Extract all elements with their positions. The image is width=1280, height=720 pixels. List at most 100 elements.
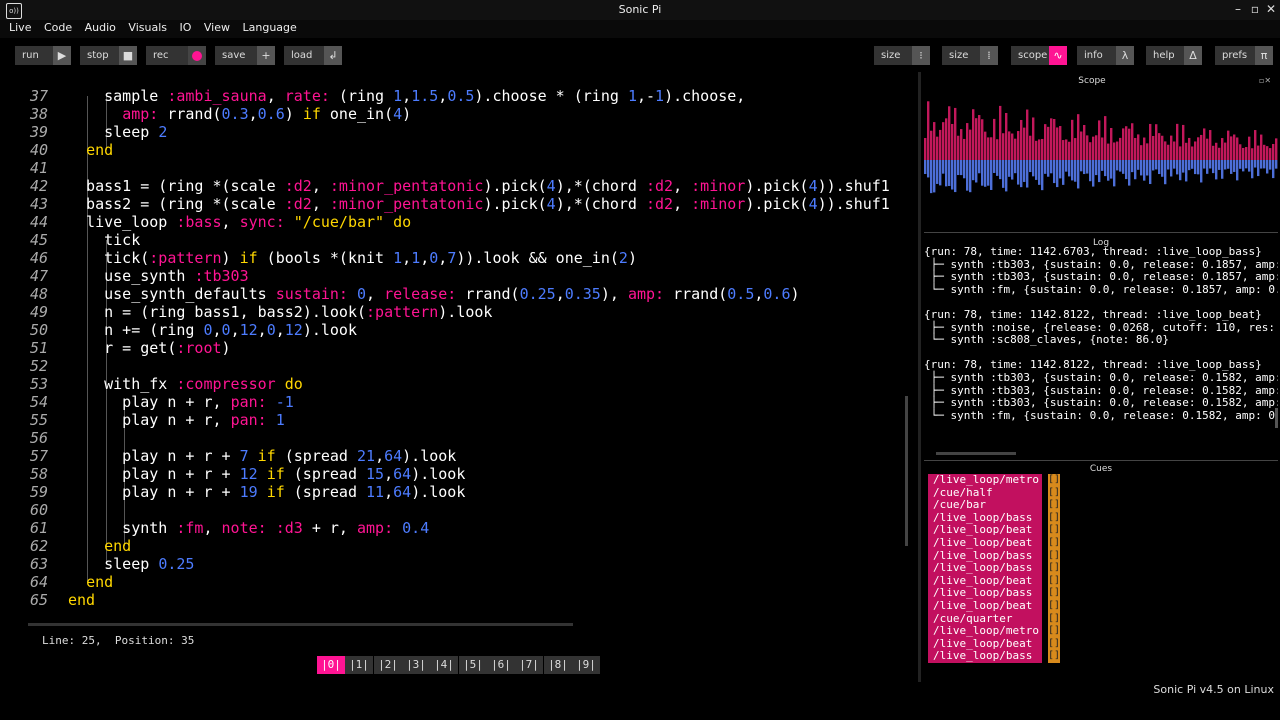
log-scrollbar[interactable] [1275,408,1278,428]
prefs-button[interactable]: prefs π [1215,46,1273,65]
stop-button[interactable]: stop ■ [80,46,137,65]
code-line[interactable]: 52 [0,357,905,375]
scope-bar-top [1092,136,1095,160]
code-text[interactable]: live_loop :bass, sync: "/cue/bar" do [68,213,411,231]
code-text[interactable]: end [68,591,95,609]
code-line[interactable]: 62 end [0,537,905,555]
code-line[interactable]: 54 play n + r, pan: -1 [0,393,905,411]
code-line[interactable]: 48 use_synth_defaults sustain: 0, releas… [0,285,905,303]
code-line[interactable]: 65 end [0,591,905,609]
text-size-increase-button[interactable]: size ⁞ [942,46,998,65]
code-line[interactable]: 46 tick(:pattern) if (bools *(knit 1,1,0… [0,249,905,267]
code-text[interactable]: bass2 = (ring *(scale :d2, :minor_pentat… [68,195,890,213]
help-button[interactable]: help Δ [1146,46,1202,65]
code-text[interactable]: sample :ambi_sauna, rate: (ring 1,1.5,0.… [68,87,745,105]
code-text[interactable]: play n + r, pan: 1 [68,411,285,429]
pane-splitter[interactable] [918,72,921,682]
code-text[interactable]: end [68,537,131,555]
buffer-tab-1[interactable]: |1| [345,656,373,674]
code-line[interactable]: 55 play n + r, pan: 1 [0,411,905,429]
buffer-tab-8[interactable]: |8| [544,656,572,674]
info-button[interactable]: info λ [1077,46,1134,65]
code-line[interactable]: 60 [0,501,905,519]
minimize-icon[interactable]: – [1231,2,1245,16]
menu-view[interactable]: View [204,20,230,36]
rec-button[interactable]: rec [146,46,206,65]
code-text[interactable]: use_synth :tb303 [68,267,249,285]
buffer-tab-5[interactable]: |5| [459,656,487,674]
code-line[interactable]: 40 end [0,141,905,159]
code-line[interactable]: 63 sleep 0.25 [0,555,905,573]
buffer-tab-0[interactable]: |0| [317,656,345,674]
code-text[interactable]: n = (ring bass1, bass2).look(:pattern).l… [68,303,492,321]
buffer-tab-6[interactable]: |6| [487,656,515,674]
buffer-tab-2[interactable]: |2| [374,656,402,674]
code-text[interactable]: sleep 2 [68,123,167,141]
float-dock-icon[interactable]: ▫✕ [1259,76,1271,85]
code-text[interactable]: amp: rrand(0.3,0.6) if one_in(4) [68,105,411,123]
code-line[interactable]: 41 [0,159,905,177]
log-horizontal-scrollbar[interactable] [936,452,1016,455]
code-text[interactable]: play n + r + 19 if (spread 11,64).look [68,483,465,501]
code-line[interactable]: 50 n += (ring 0,0,12,0,12).look [0,321,905,339]
code-text[interactable]: bass1 = (ring *(scale :d2, :minor_pentat… [68,177,890,195]
code-line[interactable]: 64 end [0,573,905,591]
close-icon[interactable]: ✕ [1264,2,1278,16]
text-size-decrease-button[interactable]: size ⁝ [874,46,930,65]
code-line[interactable]: 61 synth :fm, note: :d3 + r, amp: 0.4 [0,519,905,537]
scope-bar-bottom [951,160,954,190]
code-text[interactable]: synth :fm, note: :d3 + r, amp: 0.4 [68,519,429,537]
menu-language[interactable]: Language [243,20,297,36]
buffer-tab-4[interactable]: |4| [430,656,458,674]
editor-horizontal-scrollbar[interactable] [28,623,573,626]
scope-bar-bottom [1275,160,1278,169]
load-button[interactable]: load ↲ [284,46,342,65]
menu-code[interactable]: Code [44,20,72,36]
buffer-tab-7[interactable]: |7| [515,656,543,674]
code-line[interactable]: 45 tick [0,231,905,249]
code-text[interactable]: with_fx :compressor do [68,375,303,393]
code-text[interactable]: end [68,141,113,159]
code-text[interactable]: n += (ring 0,0,12,0,12).look [68,321,357,339]
code-line[interactable]: 53 with_fx :compressor do [0,375,905,393]
maximize-icon[interactable]: ▫ [1248,2,1262,16]
code-line[interactable]: 42 bass1 = (ring *(scale :d2, :minor_pen… [0,177,905,195]
code-line[interactable]: 39 sleep 2 [0,123,905,141]
code-text[interactable]: end [68,573,113,591]
code-line[interactable]: 51 r = get(:root) [0,339,905,357]
cues-panel[interactable]: /live_loop/metro[]/cue/half[]/cue/bar[] /… [928,473,1068,663]
code-line[interactable]: 59 play n + r + 19 if (spread 11,64).loo… [0,483,905,501]
menu-audio[interactable]: Audio [85,20,116,36]
save-button[interactable]: save + [215,46,275,65]
code-line[interactable]: 37 sample :ambi_sauna, rate: (ring 1,1.5… [0,87,905,105]
code-line[interactable]: 38 amp: rrand(0.3,0.6) if one_in(4) [0,105,905,123]
code-text[interactable]: sleep 0.25 [68,555,194,573]
code-text[interactable]: tick [68,231,140,249]
buffer-tab-3[interactable]: |3| [402,656,430,674]
menu-io[interactable]: IO [179,20,191,36]
code-line[interactable]: 47 use_synth :tb303 [0,267,905,285]
buffer-tab-9[interactable]: |9| [572,656,600,674]
run-button[interactable]: run ▶ [15,46,71,65]
code-line[interactable]: 58 play n + r + 12 if (spread 15,64).loo… [0,465,905,483]
code-text[interactable]: play n + r + 7 if (spread 21,64).look [68,447,456,465]
code-editor[interactable]: 37 sample :ambi_sauna, rate: (ring 1,1.5… [0,82,912,622]
scope-button[interactable]: scope ∿ [1011,46,1067,65]
scope-bar-top [1203,128,1206,160]
code-text[interactable]: play n + r + 12 if (spread 15,64).look [68,465,465,483]
editor-vertical-scrollbar[interactable] [905,396,908,546]
code-line[interactable]: 56 [0,429,905,447]
log-panel[interactable]: {run: 78, time: 1142.6703, thread: :live… [924,246,1278,456]
menu-live[interactable]: Live [9,20,31,36]
code-text[interactable]: r = get(:root) [68,339,230,357]
code-line[interactable]: 43 bass2 = (ring *(scale :d2, :minor_pen… [0,195,905,213]
code-line[interactable]: 57 play n + r + 7 if (spread 21,64).look [0,447,905,465]
code-text[interactable]: play n + r, pan: -1 [68,393,294,411]
scope-bar-bottom [1266,160,1269,174]
menu-visuals[interactable]: Visuals [128,20,167,36]
code-text[interactable]: tick(:pattern) if (bools *(knit 1,1,0,7)… [68,249,637,267]
scope-bar-bottom [1092,160,1095,187]
code-line[interactable]: 49 n = (ring bass1, bass2).look(:pattern… [0,303,905,321]
code-text[interactable]: use_synth_defaults sustain: 0, release: … [68,285,799,303]
code-line[interactable]: 44 live_loop :bass, sync: "/cue/bar" do [0,213,905,231]
